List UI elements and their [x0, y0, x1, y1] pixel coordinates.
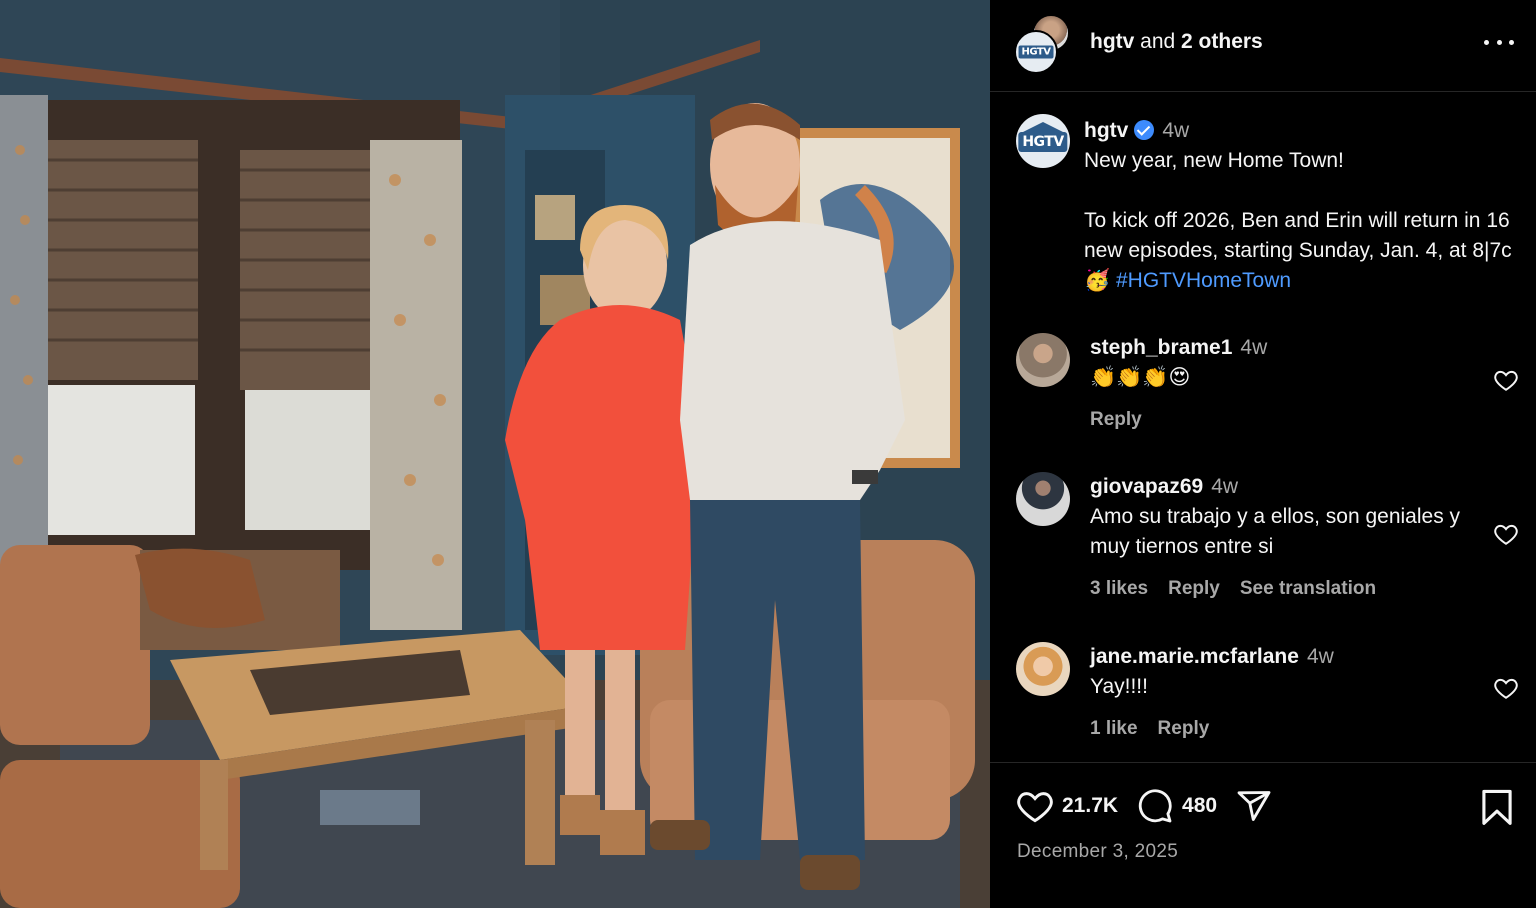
caption-body-block: To kick off 2026, Ben and Erin will retu…: [1084, 206, 1524, 296]
hashtag-link[interactable]: #HGTVHomeTown: [1116, 269, 1291, 292]
verified-icon: [1134, 120, 1155, 140]
like-button[interactable]: 21.7K: [1016, 789, 1118, 823]
caption-username[interactable]: hgtv: [1084, 119, 1128, 142]
post-header: HGTV hgtv and 2 others: [990, 0, 1536, 92]
post-author-title[interactable]: hgtv and 2 others: [1090, 30, 1263, 54]
comment-avatar[interactable]: [1016, 333, 1070, 387]
post-photo-illustration: [0, 0, 990, 908]
comment-username[interactable]: steph_brame1: [1090, 336, 1232, 359]
save-button[interactable]: [1480, 789, 1514, 830]
comment-count[interactable]: 480: [1182, 794, 1217, 818]
post-date[interactable]: December 3, 2025: [1017, 841, 1178, 863]
header-others[interactable]: 2 others: [1181, 30, 1263, 53]
comment-text: Yay!!!!: [1090, 675, 1148, 698]
hgtv-avatar-small[interactable]: HGTV: [1014, 30, 1058, 74]
share-button[interactable]: [1235, 788, 1273, 824]
hgtv-logo: HGTV: [1018, 132, 1068, 153]
more-icon: [1484, 39, 1489, 45]
share-icon: [1237, 791, 1271, 821]
like-count[interactable]: 21.7K: [1062, 794, 1118, 818]
heart-icon: [1494, 524, 1518, 545]
comment-likes[interactable]: 1 like: [1090, 718, 1138, 739]
heart-icon: [1494, 678, 1518, 699]
comment-time[interactable]: 4w: [1240, 336, 1267, 359]
hgtv-roof-icon: [1023, 122, 1063, 132]
comment-like-button[interactable]: [1492, 675, 1520, 701]
comment-time[interactable]: 4w: [1211, 475, 1238, 498]
see-translation-button[interactable]: See translation: [1240, 578, 1376, 599]
action-bar: 21.7K 480: [1016, 789, 1291, 823]
collab-avatars[interactable]: HGTV: [1014, 14, 1074, 74]
post-detail-panel: HGTV hgtv and 2 others HGTV hgtv 4w New y…: [990, 0, 1536, 908]
post-photo[interactable]: [0, 0, 990, 908]
comment-username[interactable]: giovapaz69: [1090, 475, 1203, 498]
post-footer: 21.7K 480 December 3, 2025: [990, 762, 1536, 908]
reply-button[interactable]: Reply: [1168, 578, 1220, 599]
party-emoji: 🥳: [1084, 269, 1111, 292]
comment-time[interactable]: 4w: [1307, 645, 1334, 668]
comment-likes[interactable]: 3 likes: [1090, 578, 1148, 599]
more-options-button[interactable]: [1484, 30, 1514, 54]
caption-time[interactable]: 4w: [1162, 119, 1189, 142]
caption-line1: New year, new Home Town!: [1084, 149, 1344, 172]
header-and: and: [1134, 30, 1182, 53]
reply-button[interactable]: Reply: [1090, 409, 1142, 430]
bookmark-icon: [1482, 789, 1512, 825]
comment-text: Amo su trabajo y a ellos, son geniales y…: [1090, 505, 1461, 558]
heart-icon: [1494, 370, 1518, 391]
comment-avatar[interactable]: [1016, 472, 1070, 526]
comment-button[interactable]: 480: [1136, 788, 1217, 824]
header-username[interactable]: hgtv: [1090, 30, 1134, 53]
comment-text: 👏👏👏😍: [1090, 366, 1191, 389]
comment-username[interactable]: jane.marie.mcfarlane: [1090, 645, 1299, 668]
caption-body: To kick off 2026, Ben and Erin will retu…: [1084, 209, 1512, 262]
comment-icon: [1138, 789, 1172, 823]
heart-icon: [1017, 792, 1053, 823]
comment-avatar[interactable]: [1016, 642, 1070, 696]
comment-like-button[interactable]: [1492, 521, 1520, 547]
reply-button[interactable]: Reply: [1158, 718, 1210, 739]
comment-like-button[interactable]: [1492, 367, 1520, 393]
caption-avatar[interactable]: HGTV: [1016, 114, 1070, 168]
hgtv-logo-mini: HGTV: [1018, 45, 1054, 59]
caption-text: hgtv 4w New year, new Home Town! To kick …: [1084, 116, 1524, 296]
